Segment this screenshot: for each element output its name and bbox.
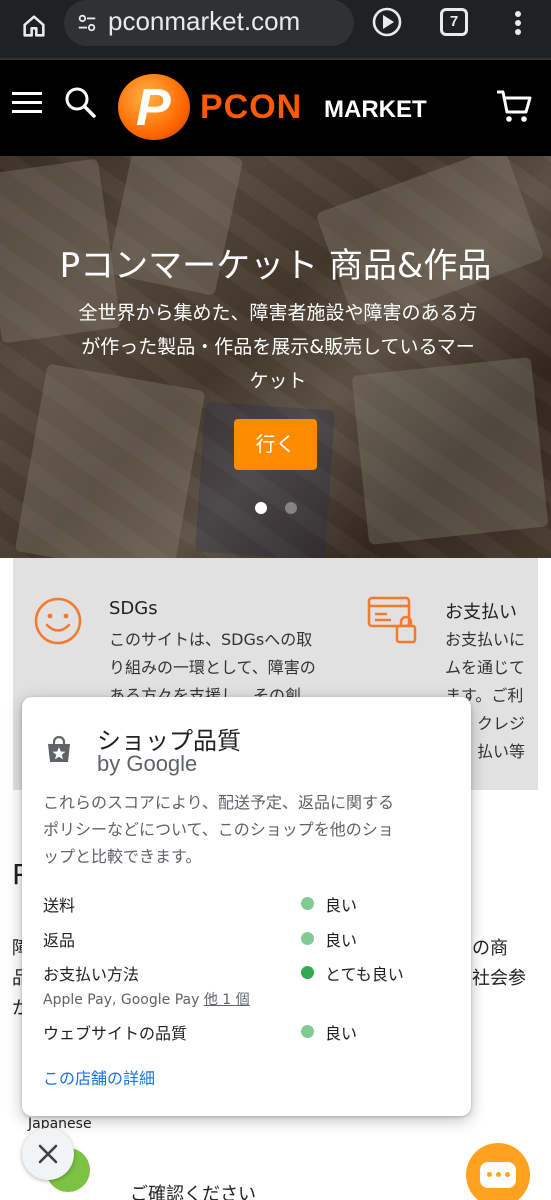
logo-brand-text: PCON <box>200 88 303 126</box>
hero-banner: Pコンマーケット 商品&作品 全世界から集めた、障害者施設や障害のある方 が作っ… <box>0 156 551 558</box>
rating-label-shipping: 送料 <box>43 896 76 915</box>
home-icon[interactable] <box>14 6 54 46</box>
more-payment-methods-link[interactable]: 他 1 個 <box>204 992 250 1008</box>
site-settings-icon[interactable] <box>72 8 102 38</box>
feature-title: SDGs <box>109 598 158 619</box>
popup-subtitle: by Google <box>97 751 198 776</box>
popup-description-line: これらのスコアにより、配送予定、返品に関する <box>43 793 395 812</box>
close-icon <box>38 1144 58 1164</box>
hero-subtitle-line: が作った製品・作品を展示&販売しているマー <box>81 336 475 358</box>
store-details-link[interactable]: この店舗の詳細 <box>43 1065 155 1089</box>
payment-methods-note: Apple Pay, Google Pay 他 1 個 <box>43 989 250 1009</box>
rating-dot <box>301 932 314 945</box>
hero-subtitle-line: 全世界から集めた、障害者施設や障害のある方 <box>78 302 478 324</box>
rating-dot <box>301 897 314 910</box>
tab-switcher-button[interactable]: 7 <box>440 8 468 36</box>
popup-description-line: ポリシーなどについて、このショップを他のショ <box>43 820 394 839</box>
logo-suffix-text: MARKET <box>324 96 427 123</box>
rating-value-returns: 良い <box>325 931 358 950</box>
hero-go-button[interactable]: 行く <box>234 419 317 470</box>
chat-dot <box>496 1172 501 1177</box>
play-icon[interactable] <box>370 5 404 39</box>
chat-dot <box>505 1172 510 1177</box>
logo-letter: P <box>136 79 171 137</box>
feature-desc-line: このサイトは、SDGsへの取 <box>109 630 313 649</box>
payment-lock-icon <box>367 594 419 650</box>
rating-dot <box>301 966 314 979</box>
site-logo[interactable]: P PCON MARKET <box>118 74 438 144</box>
slide-dot[interactable] <box>285 502 297 514</box>
browser-toolbar: pconmarket.com 7 <box>0 0 551 58</box>
smile-icon <box>33 596 83 650</box>
close-popup-button[interactable] <box>22 1128 74 1180</box>
rating-label-payment: お支払い方法 <box>43 965 140 984</box>
notice-text: ご確認ください <box>130 1184 256 1200</box>
chat-dot <box>487 1172 492 1177</box>
popup-description-line: ップと比較できます。 <box>43 847 202 866</box>
more-menu-icon[interactable] <box>505 6 531 40</box>
feature-desc-line: お支払いに <box>445 630 526 649</box>
slide-dot-active[interactable] <box>255 502 267 514</box>
body-text-fragment: 社会参 <box>472 968 526 989</box>
hamburger-menu-icon[interactable] <box>10 88 46 118</box>
feature-title: お支払い <box>445 602 517 623</box>
rating-label-returns: 返品 <box>43 931 76 950</box>
site-header: P PCON MARKET <box>0 58 551 156</box>
rating-label-website: ウェブサイトの品質 <box>43 1024 188 1043</box>
shopping-bag-star-icon <box>44 735 74 765</box>
url-text[interactable]: pconmarket.com <box>108 6 300 37</box>
payment-methods-text: Apple Pay, Google Pay <box>43 992 200 1008</box>
rating-value-payment: とても良い <box>325 965 404 984</box>
popup-description: これらのスコアにより、配送予定、返品に関する ポリシーなどについて、このショップ… <box>43 789 453 870</box>
search-icon[interactable] <box>62 84 98 120</box>
hero-subtitle: 全世界から集めた、障害者施設や障害のある方 が作った製品・作品を展示&販売してい… <box>58 296 498 398</box>
rating-dot <box>301 1025 314 1038</box>
shop-quality-popup: ショップ品質 by Google これらのスコアにより、配送予定、返品に関する … <box>22 697 471 1116</box>
cart-icon[interactable] <box>494 86 534 126</box>
feature-desc-line: り組みの一環として、障害の <box>109 658 316 677</box>
rating-value-shipping: 良い <box>325 896 358 915</box>
hero-title: Pコンマーケット 商品&作品 <box>59 246 492 286</box>
body-text-fragment: の商 <box>472 938 508 959</box>
feature-desc-line: ムを通じて <box>445 658 526 677</box>
hero-subtitle-line: ケット <box>249 370 307 392</box>
rating-value-website: 良い <box>325 1024 358 1043</box>
